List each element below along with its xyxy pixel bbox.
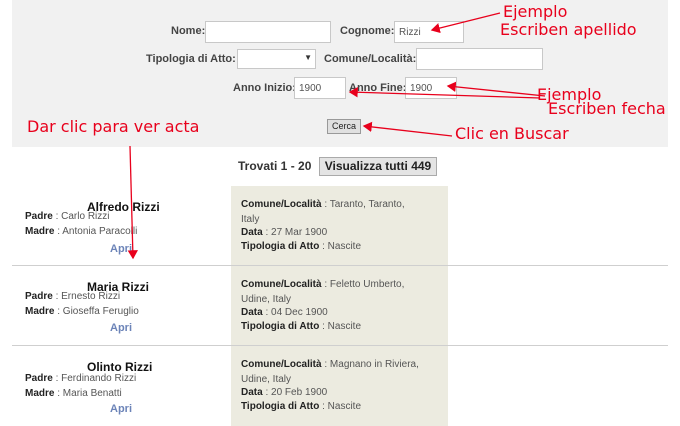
arrow-to-apri (127, 145, 138, 260)
annotation-arrows (127, 12, 546, 260)
arrow-to-cerca (362, 121, 453, 137)
arrow-to-cognome (430, 12, 501, 34)
arrow-to-anno-fine (446, 81, 546, 97)
